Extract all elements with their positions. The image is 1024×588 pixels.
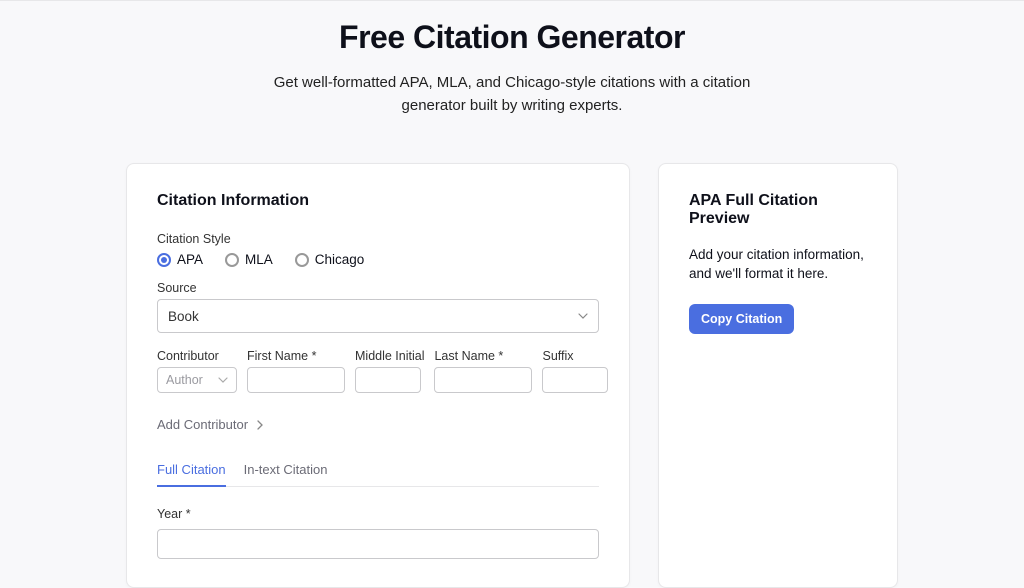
radio-apa[interactable]: APA (157, 252, 203, 267)
contributor-type-value: Author (166, 373, 203, 387)
radio-apa-label: APA (177, 252, 203, 267)
source-label: Source (157, 281, 599, 295)
citation-tabs: Full Citation In-text Citation (157, 454, 599, 487)
chevron-down-icon (218, 375, 228, 385)
middle-initial-input[interactable] (355, 367, 421, 393)
contributor-type-select[interactable]: Author (157, 367, 237, 393)
radio-mla-label: MLA (245, 252, 273, 267)
last-name-input[interactable] (434, 367, 532, 393)
preview-message: Add your citation information, and we'll… (689, 246, 867, 284)
tab-full-citation[interactable]: Full Citation (157, 454, 226, 487)
year-label: Year * (157, 507, 599, 521)
preview-heading: APA Full Citation Preview (689, 192, 867, 228)
page-subtitle: Get well-formatted APA, MLA, and Chicago… (252, 72, 772, 117)
citation-form-card: Citation Information Citation Style APA … (126, 163, 630, 588)
radio-mla[interactable]: MLA (225, 252, 273, 267)
citation-preview-card: APA Full Citation Preview Add your citat… (658, 163, 898, 588)
radio-chicago-label: Chicago (315, 252, 365, 267)
citation-style-label: Citation Style (157, 232, 599, 246)
first-name-label: First Name * (247, 349, 345, 363)
form-heading: Citation Information (157, 192, 599, 210)
middle-initial-label: Middle Initial (355, 349, 424, 363)
source-select[interactable]: Book (157, 299, 599, 333)
chevron-down-icon (578, 311, 588, 321)
suffix-label: Suffix (542, 349, 608, 363)
suffix-input[interactable] (542, 367, 608, 393)
citation-style-radio-group: APA MLA Chicago (157, 252, 599, 267)
last-name-label: Last Name * (434, 349, 532, 363)
contributor-label: Contributor (157, 349, 237, 363)
year-input[interactable] (157, 529, 599, 559)
copy-citation-button[interactable]: Copy Citation (689, 304, 794, 334)
first-name-input[interactable] (247, 367, 345, 393)
source-value: Book (168, 309, 199, 324)
page-title: Free Citation Generator (0, 19, 1024, 56)
chevron-right-icon (256, 420, 264, 430)
tab-intext-citation[interactable]: In-text Citation (244, 454, 328, 486)
add-contributor-button[interactable]: Add Contributor (157, 417, 599, 432)
add-contributor-label: Add Contributor (157, 417, 248, 432)
radio-chicago[interactable]: Chicago (295, 252, 365, 267)
